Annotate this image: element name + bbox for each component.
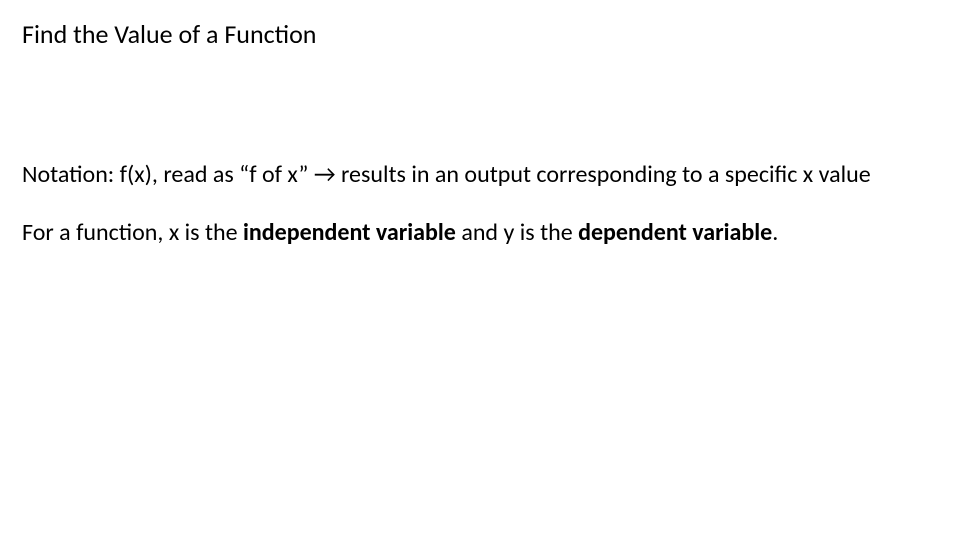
slide: Find the Value of a Function Notation: f… — [0, 0, 960, 540]
notation-prefix: Notation: f(x), read as “f of x” — [22, 160, 314, 189]
variables-p3: . — [772, 218, 778, 247]
notation-suffix: results in an output corresponding to a … — [336, 160, 871, 189]
dependent-variable-term: dependent variable — [578, 218, 772, 247]
arrow-icon: → — [314, 160, 336, 189]
page-title: Find the Value of a Function — [22, 18, 938, 50]
notation-line: Notation: f(x), read as “f of x” → resul… — [22, 160, 938, 190]
variables-p2: and y is the — [456, 218, 578, 247]
variables-line: For a function, x is the independent var… — [22, 218, 938, 248]
independent-variable-term: independent variable — [243, 218, 456, 247]
variables-p1: For a function, x is the — [22, 218, 243, 247]
